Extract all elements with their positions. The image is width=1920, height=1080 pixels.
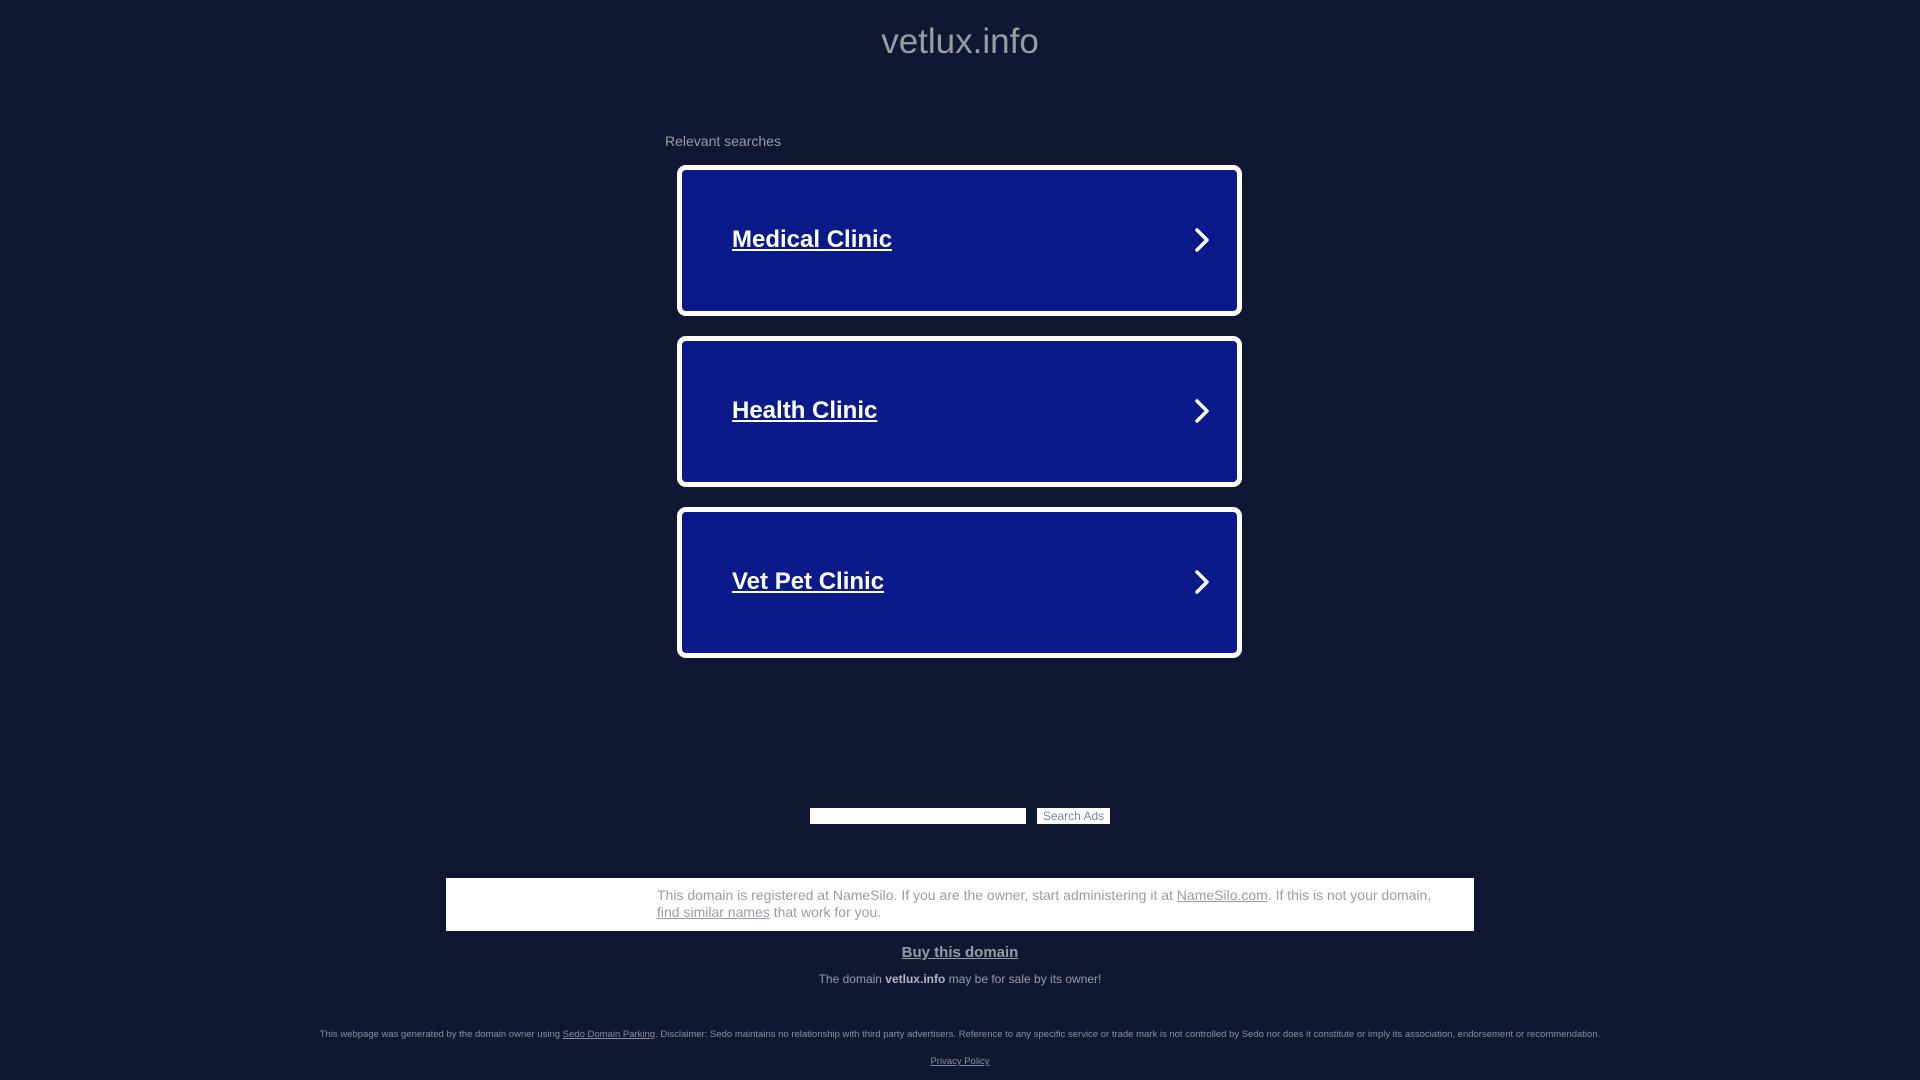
domain-title: vetlux.info bbox=[881, 22, 1039, 61]
privacy-row: Privacy Policy bbox=[0, 1056, 1920, 1067]
search-card-health-clinic[interactable]: Health Clinic bbox=[677, 336, 1242, 487]
sale-notice: The domain vetlux.info may be for sale b… bbox=[0, 972, 1920, 986]
sale-suffix: may be for sale by its owner! bbox=[945, 972, 1102, 986]
search-card-label[interactable]: Medical Clinic bbox=[732, 226, 892, 254]
chevron-right-icon bbox=[1195, 399, 1209, 423]
buy-domain-row: Buy this domain bbox=[0, 944, 1920, 961]
registrar-notice-text: This domain is registered at NameSilo. I… bbox=[657, 887, 1457, 921]
notice-text-part: that work for you. bbox=[769, 904, 882, 920]
disclaimer-suffix: . Disclaimer: Sedo maintains no relation… bbox=[655, 1029, 1601, 1040]
chevron-right-icon bbox=[1195, 570, 1209, 594]
search-card-label[interactable]: Health Clinic bbox=[732, 397, 877, 425]
find-similar-names-link[interactable]: find similar names bbox=[657, 904, 770, 920]
sale-prefix: The domain bbox=[818, 972, 886, 986]
buy-domain-link[interactable]: Buy this domain bbox=[902, 944, 1019, 961]
search-ads-button[interactable]: Search Ads bbox=[1037, 808, 1110, 824]
notice-text-part: . If this is not your domain, bbox=[1267, 887, 1432, 903]
sedo-parking-link[interactable]: Sedo Domain Parking bbox=[563, 1029, 655, 1040]
registrar-notice: This domain is registered at NameSilo. I… bbox=[446, 878, 1474, 931]
disclaimer: This webpage was generated by the domain… bbox=[0, 1029, 1920, 1040]
search-card-medical-clinic[interactable]: Medical Clinic bbox=[677, 165, 1242, 316]
relevant-searches-label: Relevant searches bbox=[665, 133, 781, 149]
namesilo-link[interactable]: NameSilo.com bbox=[1177, 887, 1268, 903]
disclaimer-prefix: This webpage was generated by the domain… bbox=[319, 1029, 563, 1040]
sale-domain: vetlux.info bbox=[885, 972, 946, 986]
search-card-label[interactable]: Vet Pet Clinic bbox=[732, 568, 884, 596]
privacy-policy-link[interactable]: Privacy Policy bbox=[930, 1056, 989, 1067]
chevron-right-icon bbox=[1195, 228, 1209, 252]
search-card-vet-pet-clinic[interactable]: Vet Pet Clinic bbox=[677, 507, 1242, 658]
search-input[interactable] bbox=[810, 808, 1026, 824]
notice-text-part: This domain is registered at NameSilo. I… bbox=[657, 887, 1177, 903]
